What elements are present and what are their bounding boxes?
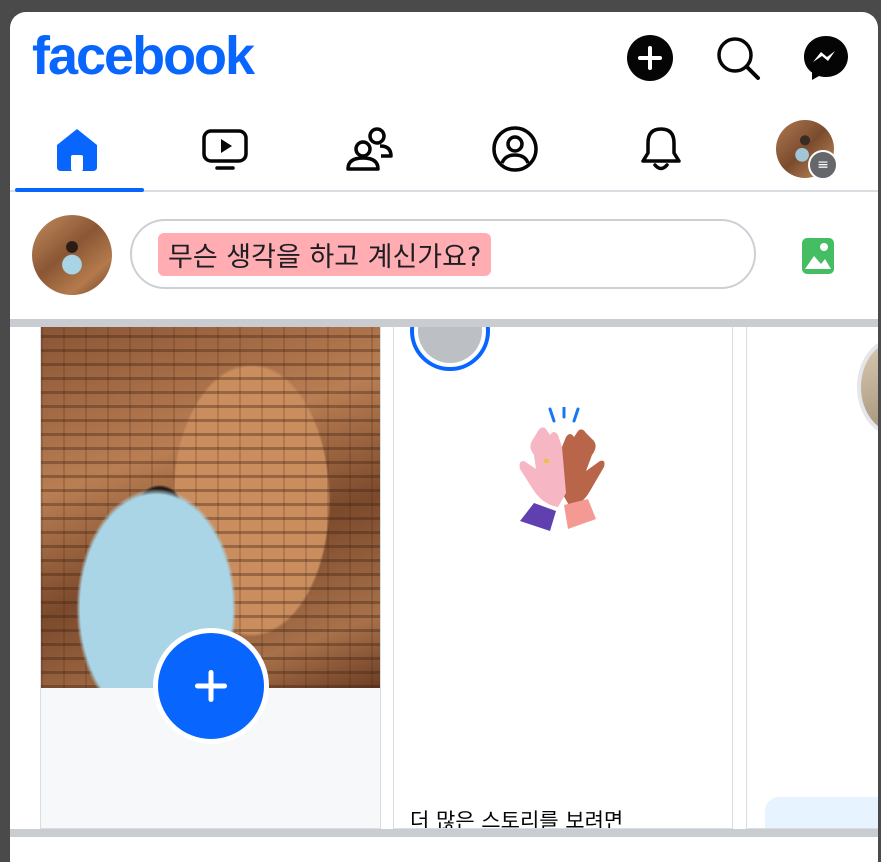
post-composer: 무슨 생각을 하고 계신가요? [10,192,878,319]
tab-video[interactable] [158,108,292,190]
user-avatar[interactable] [32,215,112,295]
plus-icon [195,670,227,702]
section-divider [10,319,878,327]
composer-placeholder: 무슨 생각을 하고 계신가요? [158,232,492,276]
story-avatar [410,327,490,371]
photo-icon [802,238,834,274]
app-frame: facebook ≡ 무슨 생각을 하고 계신가요? 더 많은 스토리를 보려면 [10,12,878,862]
home-icon [57,129,97,171]
create-story-card[interactable] [40,327,381,829]
more-stories-text: 더 많은 스토리를 보려면 [410,809,624,829]
tab-notifications[interactable] [594,108,728,190]
search-button[interactable] [714,34,762,82]
stories-tray: 더 많은 스토리를 보려면 [10,327,878,829]
avatar: ≡ [776,120,838,180]
search-icon [717,37,760,80]
tab-menu[interactable]: ≡ [738,108,872,190]
photo-button[interactable] [798,236,838,276]
top-header: facebook [10,12,878,104]
more-stories-card[interactable]: 더 많은 스토리를 보려면 [393,327,733,829]
friends-icon [346,127,393,171]
section-divider [10,829,878,837]
menu-icon: ≡ [808,150,838,180]
messenger-button[interactable] [802,34,850,82]
story-avatar [857,337,878,437]
add-story-button[interactable] [153,628,269,744]
story-label-pill [765,797,878,828]
tab-friends[interactable] [302,108,436,190]
messenger-icon [804,36,848,80]
tab-home[interactable] [10,108,144,192]
create-button[interactable] [626,34,674,82]
whats-on-your-mind-input[interactable]: 무슨 생각을 하고 계신가요? [130,219,756,289]
profile-icon [492,126,538,172]
main-nav: ≡ [10,108,878,192]
facebook-logo[interactable]: facebook [32,24,255,88]
plus-icon [627,35,673,81]
tab-profile[interactable] [448,108,582,190]
feed-continuation [10,837,878,862]
high-five-icon [519,407,605,531]
bell-icon [641,127,681,171]
story-card[interactable] [746,327,878,829]
video-icon [202,129,248,170]
